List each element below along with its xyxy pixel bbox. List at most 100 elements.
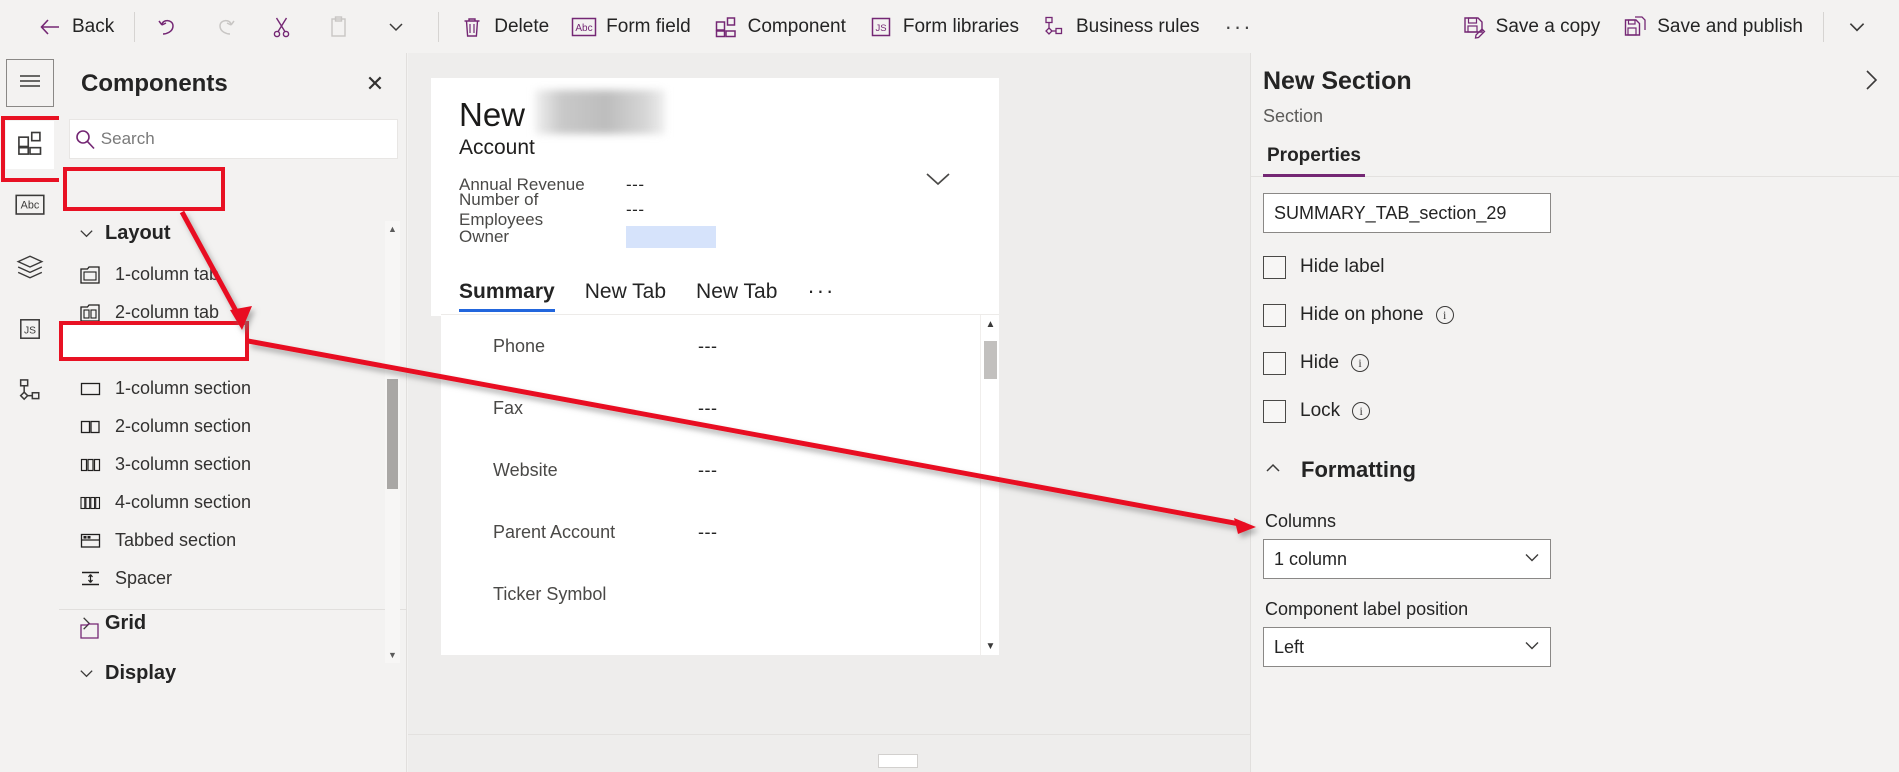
zoom-control[interactable] [878, 754, 918, 768]
columns-label: Columns [1265, 511, 1337, 531]
tab-properties[interactable]: Properties [1263, 145, 1365, 177]
tab-new-tab-2[interactable]: New Tab [696, 280, 791, 316]
component-item-4-column-section[interactable]: 4-column section [59, 483, 407, 521]
scrollbar-thumb[interactable] [984, 341, 997, 379]
properties-panel: New Section Section Properties SUMMARY_T… [1250, 53, 1899, 772]
command-overflow-button[interactable]: ··· [1211, 15, 1267, 38]
business-rules-button[interactable]: Business rules [1030, 7, 1211, 47]
save-a-copy-label: Save a copy [1495, 15, 1601, 37]
redo-button[interactable] [201, 7, 258, 47]
undo-button[interactable] [144, 7, 201, 47]
rail-table-columns-button[interactable]: Abc [6, 183, 54, 231]
paste-options-dropdown[interactable] [372, 7, 429, 47]
form-field-row[interactable]: Phone --- [441, 315, 999, 377]
form-field-row[interactable]: Fax --- [441, 377, 999, 439]
component-label: 1-column section [115, 377, 252, 398]
info-icon[interactable]: i [1435, 306, 1454, 324]
tab-summary[interactable]: Summary [459, 280, 569, 316]
form-field-row[interactable]: Website --- [441, 439, 999, 501]
components-list-scrollbar[interactable]: ▲ ▼ [385, 221, 400, 663]
hide-label-checkbox[interactable] [1263, 255, 1286, 279]
form-designer-window: Back Delete Abc Form field Component JS … [0, 0, 1899, 772]
component-label-position-select[interactable]: Left [1263, 627, 1551, 667]
divider [59, 609, 407, 610]
rail-layers-button[interactable] [6, 245, 54, 293]
checkbox-label: Hide label [1300, 256, 1385, 277]
back-button[interactable]: Back [26, 7, 125, 47]
form-field-button[interactable]: Abc Form field [560, 7, 701, 47]
save-and-publish-button[interactable]: Save and publish [1611, 7, 1814, 47]
scroll-down-icon[interactable]: ▼ [981, 637, 999, 655]
tab-new-tab-1[interactable]: New Tab [585, 280, 680, 316]
rail-components-button[interactable] [0, 116, 67, 182]
component-item-2-column-tab[interactable]: 2-column tab [59, 293, 407, 331]
search-input[interactable] [100, 129, 397, 149]
rail-form-libraries-button[interactable]: JS [6, 307, 54, 355]
back-label: Back [72, 15, 115, 37]
delete-button[interactable]: Delete [448, 7, 560, 47]
scrollbar-thumb[interactable] [387, 379, 398, 489]
form-field-row[interactable]: Parent Account --- [441, 501, 999, 563]
paste-button[interactable] [315, 7, 372, 47]
group-label: Display [105, 661, 177, 684]
scroll-up-icon[interactable]: ▲ [385, 221, 400, 237]
section-name-field[interactable]: SUMMARY_TAB_section_29 [1263, 193, 1551, 233]
save-a-copy-button[interactable]: Save a copy [1450, 7, 1612, 47]
component-icon [713, 14, 739, 40]
form-libraries-label: Form libraries [902, 15, 1019, 37]
left-rail: Abc JS [0, 53, 67, 772]
form-field-row[interactable]: Ticker Symbol [441, 563, 999, 625]
scroll-down-icon[interactable]: ▼ [385, 647, 400, 663]
header-expand-chevron-icon[interactable] [921, 166, 955, 197]
info-icon[interactable]: i [1351, 354, 1370, 372]
chevron-down-icon [1844, 14, 1870, 40]
components-search[interactable] [69, 119, 398, 159]
hide-on-phone-checkbox[interactable] [1263, 303, 1286, 327]
component-item-spacer[interactable]: Spacer [59, 559, 407, 597]
abc-field-icon: Abc [14, 193, 46, 222]
cut-button[interactable] [258, 7, 315, 47]
properties-tablist: Properties [1251, 145, 1899, 177]
component-item-1-column-section[interactable]: 1-column section [59, 369, 407, 407]
formatting-section-header[interactable]: Formatting [1263, 443, 1881, 497]
components-panel-title: Components [81, 70, 228, 97]
checkbox-label: Hide [1300, 352, 1340, 373]
tabs-overflow-button[interactable]: ··· [807, 280, 835, 316]
record-title-row: New [459, 90, 999, 134]
field-value: --- [698, 335, 718, 356]
trash-icon [459, 14, 485, 40]
component-item-3-column-tab[interactable]: 3-column tab [59, 331, 407, 369]
component-button[interactable]: Component [702, 7, 857, 47]
columns-select[interactable]: 1 column [1263, 539, 1551, 579]
component-item-3-column-section[interactable]: 3-column section [59, 445, 407, 483]
rail-hamburger-button[interactable] [5, 59, 54, 107]
tabbed-section-icon [73, 531, 107, 550]
record-title: New [459, 96, 526, 133]
form-canvas: New Account Annual Revenue --- Number of… [408, 53, 1250, 772]
collapse-panel-icon[interactable] [1861, 67, 1881, 100]
group-header-display[interactable]: Display [59, 651, 407, 695]
checkbox-row-lock[interactable]: Lock i [1263, 387, 1881, 435]
columns-selected-value: 1 column [1274, 548, 1348, 569]
components-panel: Components ✕ Layout 1-column tab [59, 53, 407, 772]
component-item-display-first[interactable] [59, 611, 115, 649]
info-icon[interactable]: i [1352, 402, 1371, 420]
lock-checkbox[interactable] [1263, 399, 1286, 423]
group-header-layout[interactable]: Layout [59, 211, 407, 255]
two-column-tab-icon [73, 303, 107, 322]
rail-business-rules-button[interactable] [6, 369, 54, 417]
component-item-2-column-section[interactable]: 2-column section [59, 407, 407, 445]
field-label: Website [493, 459, 558, 480]
hide-checkbox[interactable] [1263, 351, 1286, 375]
form-body-scrollbar[interactable]: ▲ ▼ [980, 315, 999, 655]
checkbox-row-hide-label[interactable]: Hide label [1263, 243, 1881, 291]
form-libraries-button[interactable]: JS Form libraries [857, 7, 1030, 47]
component-item-1-column-tab[interactable]: 1-column tab [59, 255, 407, 293]
close-icon[interactable]: ✕ [352, 61, 398, 107]
checkbox-row-hide-on-phone[interactable]: Hide on phone i [1263, 291, 1881, 339]
field-value: --- [698, 397, 718, 418]
save-options-dropdown[interactable] [1833, 7, 1881, 47]
component-item-tabbed-section[interactable]: Tabbed section [59, 521, 407, 559]
scroll-up-icon[interactable]: ▲ [981, 315, 999, 334]
checkbox-row-hide[interactable]: Hide i [1263, 339, 1881, 387]
